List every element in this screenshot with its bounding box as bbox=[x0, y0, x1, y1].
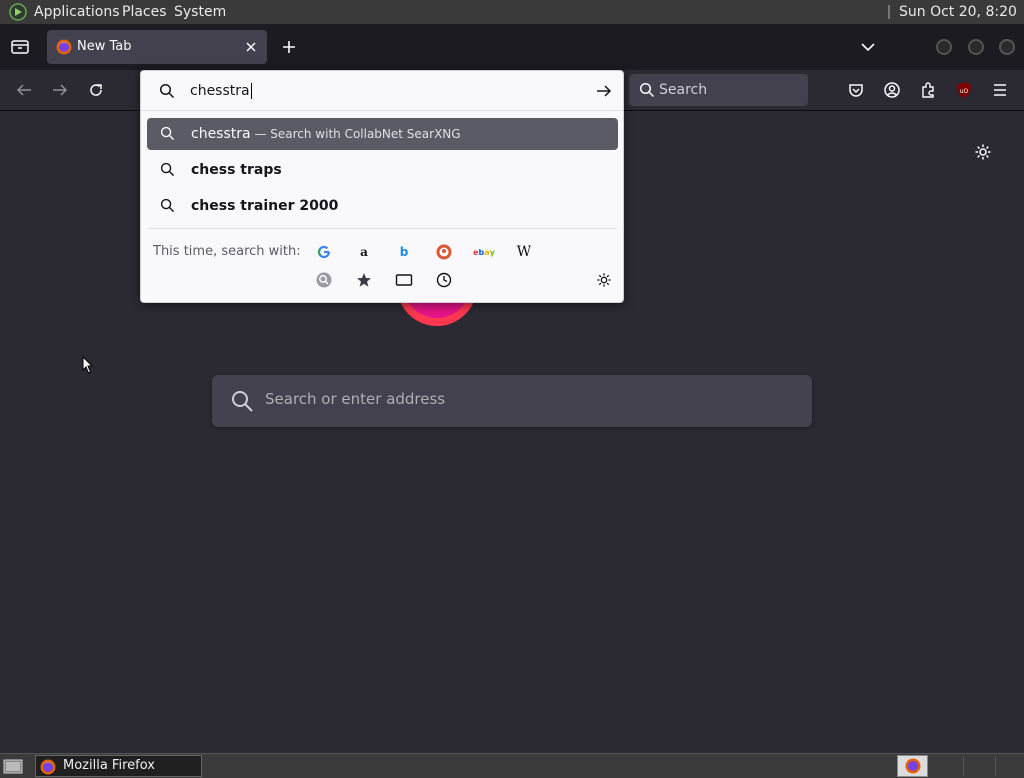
clock[interactable]: Sun Oct 20, 8:20 PM bbox=[899, 0, 1024, 44]
go-arrow-icon[interactable] bbox=[595, 83, 613, 99]
personalize-gear-icon[interactable] bbox=[974, 143, 992, 161]
search-icon bbox=[159, 83, 175, 99]
search-settings-gear-icon[interactable] bbox=[593, 269, 615, 291]
workspace-divider bbox=[995, 756, 996, 776]
account-icon[interactable] bbox=[883, 81, 901, 99]
back-arrow-icon[interactable] bbox=[15, 82, 33, 98]
applications-menu[interactable]: Applications bbox=[34, 0, 120, 24]
extensions-puzzle-icon[interactable] bbox=[919, 81, 937, 99]
suggestion-text: chesstra — Search with CollabNet SearXNG bbox=[191, 126, 461, 142]
newtab-search-box[interactable]: Search or enter address bbox=[212, 375, 812, 427]
suggestion-text: chess trainer 2000 bbox=[191, 198, 339, 214]
bing-icon[interactable]: b bbox=[393, 241, 415, 263]
workspace-switcher[interactable] bbox=[897, 755, 928, 777]
toolbar-search-box[interactable]: Search bbox=[629, 74, 808, 106]
search-icon bbox=[160, 162, 175, 177]
app-menu-hamburger-icon[interactable] bbox=[991, 82, 1009, 98]
urlbar-input[interactable]: chesstra bbox=[141, 71, 623, 111]
firefox-icon bbox=[40, 759, 56, 775]
system-menu[interactable]: System bbox=[174, 0, 226, 24]
top-panel: Applications Places System Sun Oct 20, 8… bbox=[0, 0, 1024, 44]
ublock-origin-icon[interactable]: uO bbox=[955, 81, 973, 99]
taskbar-window-title: Mozilla Firefox bbox=[63, 758, 155, 773]
forward-arrow-icon[interactable] bbox=[51, 82, 69, 98]
window-maximize-button[interactable] bbox=[967, 38, 985, 56]
urlbar-dropdown: chesstra chesstra — Search with CollabNe… bbox=[140, 70, 624, 303]
system-logo-icon[interactable] bbox=[9, 3, 27, 21]
window-close-button[interactable] bbox=[998, 38, 1016, 56]
toolbar-search-placeholder: Search bbox=[659, 82, 708, 98]
ebay-icon[interactable]: ebay bbox=[473, 241, 495, 263]
new-tab-plus-icon[interactable] bbox=[281, 39, 297, 55]
one-off-label: This time, search with: bbox=[153, 244, 301, 259]
show-desktop-icon[interactable] bbox=[3, 757, 23, 775]
firefox-favicon-icon bbox=[56, 39, 72, 55]
bottom-taskbar: Mozilla Firefox bbox=[0, 753, 1024, 778]
history-clock-icon[interactable] bbox=[433, 269, 455, 291]
suggestion-row[interactable]: chess traps bbox=[147, 154, 618, 186]
search-icon bbox=[230, 389, 254, 413]
firefox-view-button[interactable] bbox=[10, 38, 30, 56]
bookmarks-star-icon[interactable] bbox=[353, 269, 375, 291]
searxng-icon[interactable] bbox=[313, 269, 335, 291]
places-menu[interactable]: Places bbox=[122, 0, 167, 24]
amazon-icon[interactable]: a bbox=[353, 241, 375, 263]
search-icon bbox=[639, 82, 655, 98]
suggestion-text: chess traps bbox=[191, 162, 282, 178]
panel-separator bbox=[888, 5, 890, 19]
duckduckgo-icon[interactable] bbox=[433, 241, 455, 263]
tab-strip: New Tab bbox=[0, 24, 1024, 70]
window-minimize-button[interactable] bbox=[935, 38, 953, 56]
tab-new-tab[interactable]: New Tab bbox=[47, 30, 267, 64]
taskbar-window-firefox[interactable]: Mozilla Firefox bbox=[35, 755, 202, 777]
svg-text:uO: uO bbox=[960, 88, 969, 95]
urlbar-value[interactable]: chesstra bbox=[190, 71, 252, 111]
pocket-icon[interactable] bbox=[847, 81, 865, 99]
list-all-tabs-chevron-down-icon[interactable] bbox=[860, 41, 876, 53]
tab-title: New Tab bbox=[77, 39, 132, 54]
reload-icon[interactable] bbox=[87, 81, 105, 99]
suggestion-row-selected[interactable]: chesstra — Search with CollabNet SearXNG bbox=[147, 118, 618, 150]
tabs-icon[interactable] bbox=[393, 269, 415, 291]
wikipedia-icon[interactable]: W bbox=[513, 241, 535, 263]
search-icon bbox=[160, 126, 175, 141]
firefox-icon bbox=[905, 758, 921, 774]
close-tab-icon[interactable] bbox=[244, 40, 258, 54]
divider bbox=[147, 228, 617, 229]
google-icon[interactable] bbox=[313, 241, 335, 263]
search-icon bbox=[160, 198, 175, 213]
mouse-cursor-icon bbox=[82, 356, 94, 374]
workspace-divider bbox=[963, 756, 964, 776]
newtab-search-placeholder: Search or enter address bbox=[265, 390, 446, 408]
suggestion-row[interactable]: chess trainer 2000 bbox=[147, 190, 618, 222]
